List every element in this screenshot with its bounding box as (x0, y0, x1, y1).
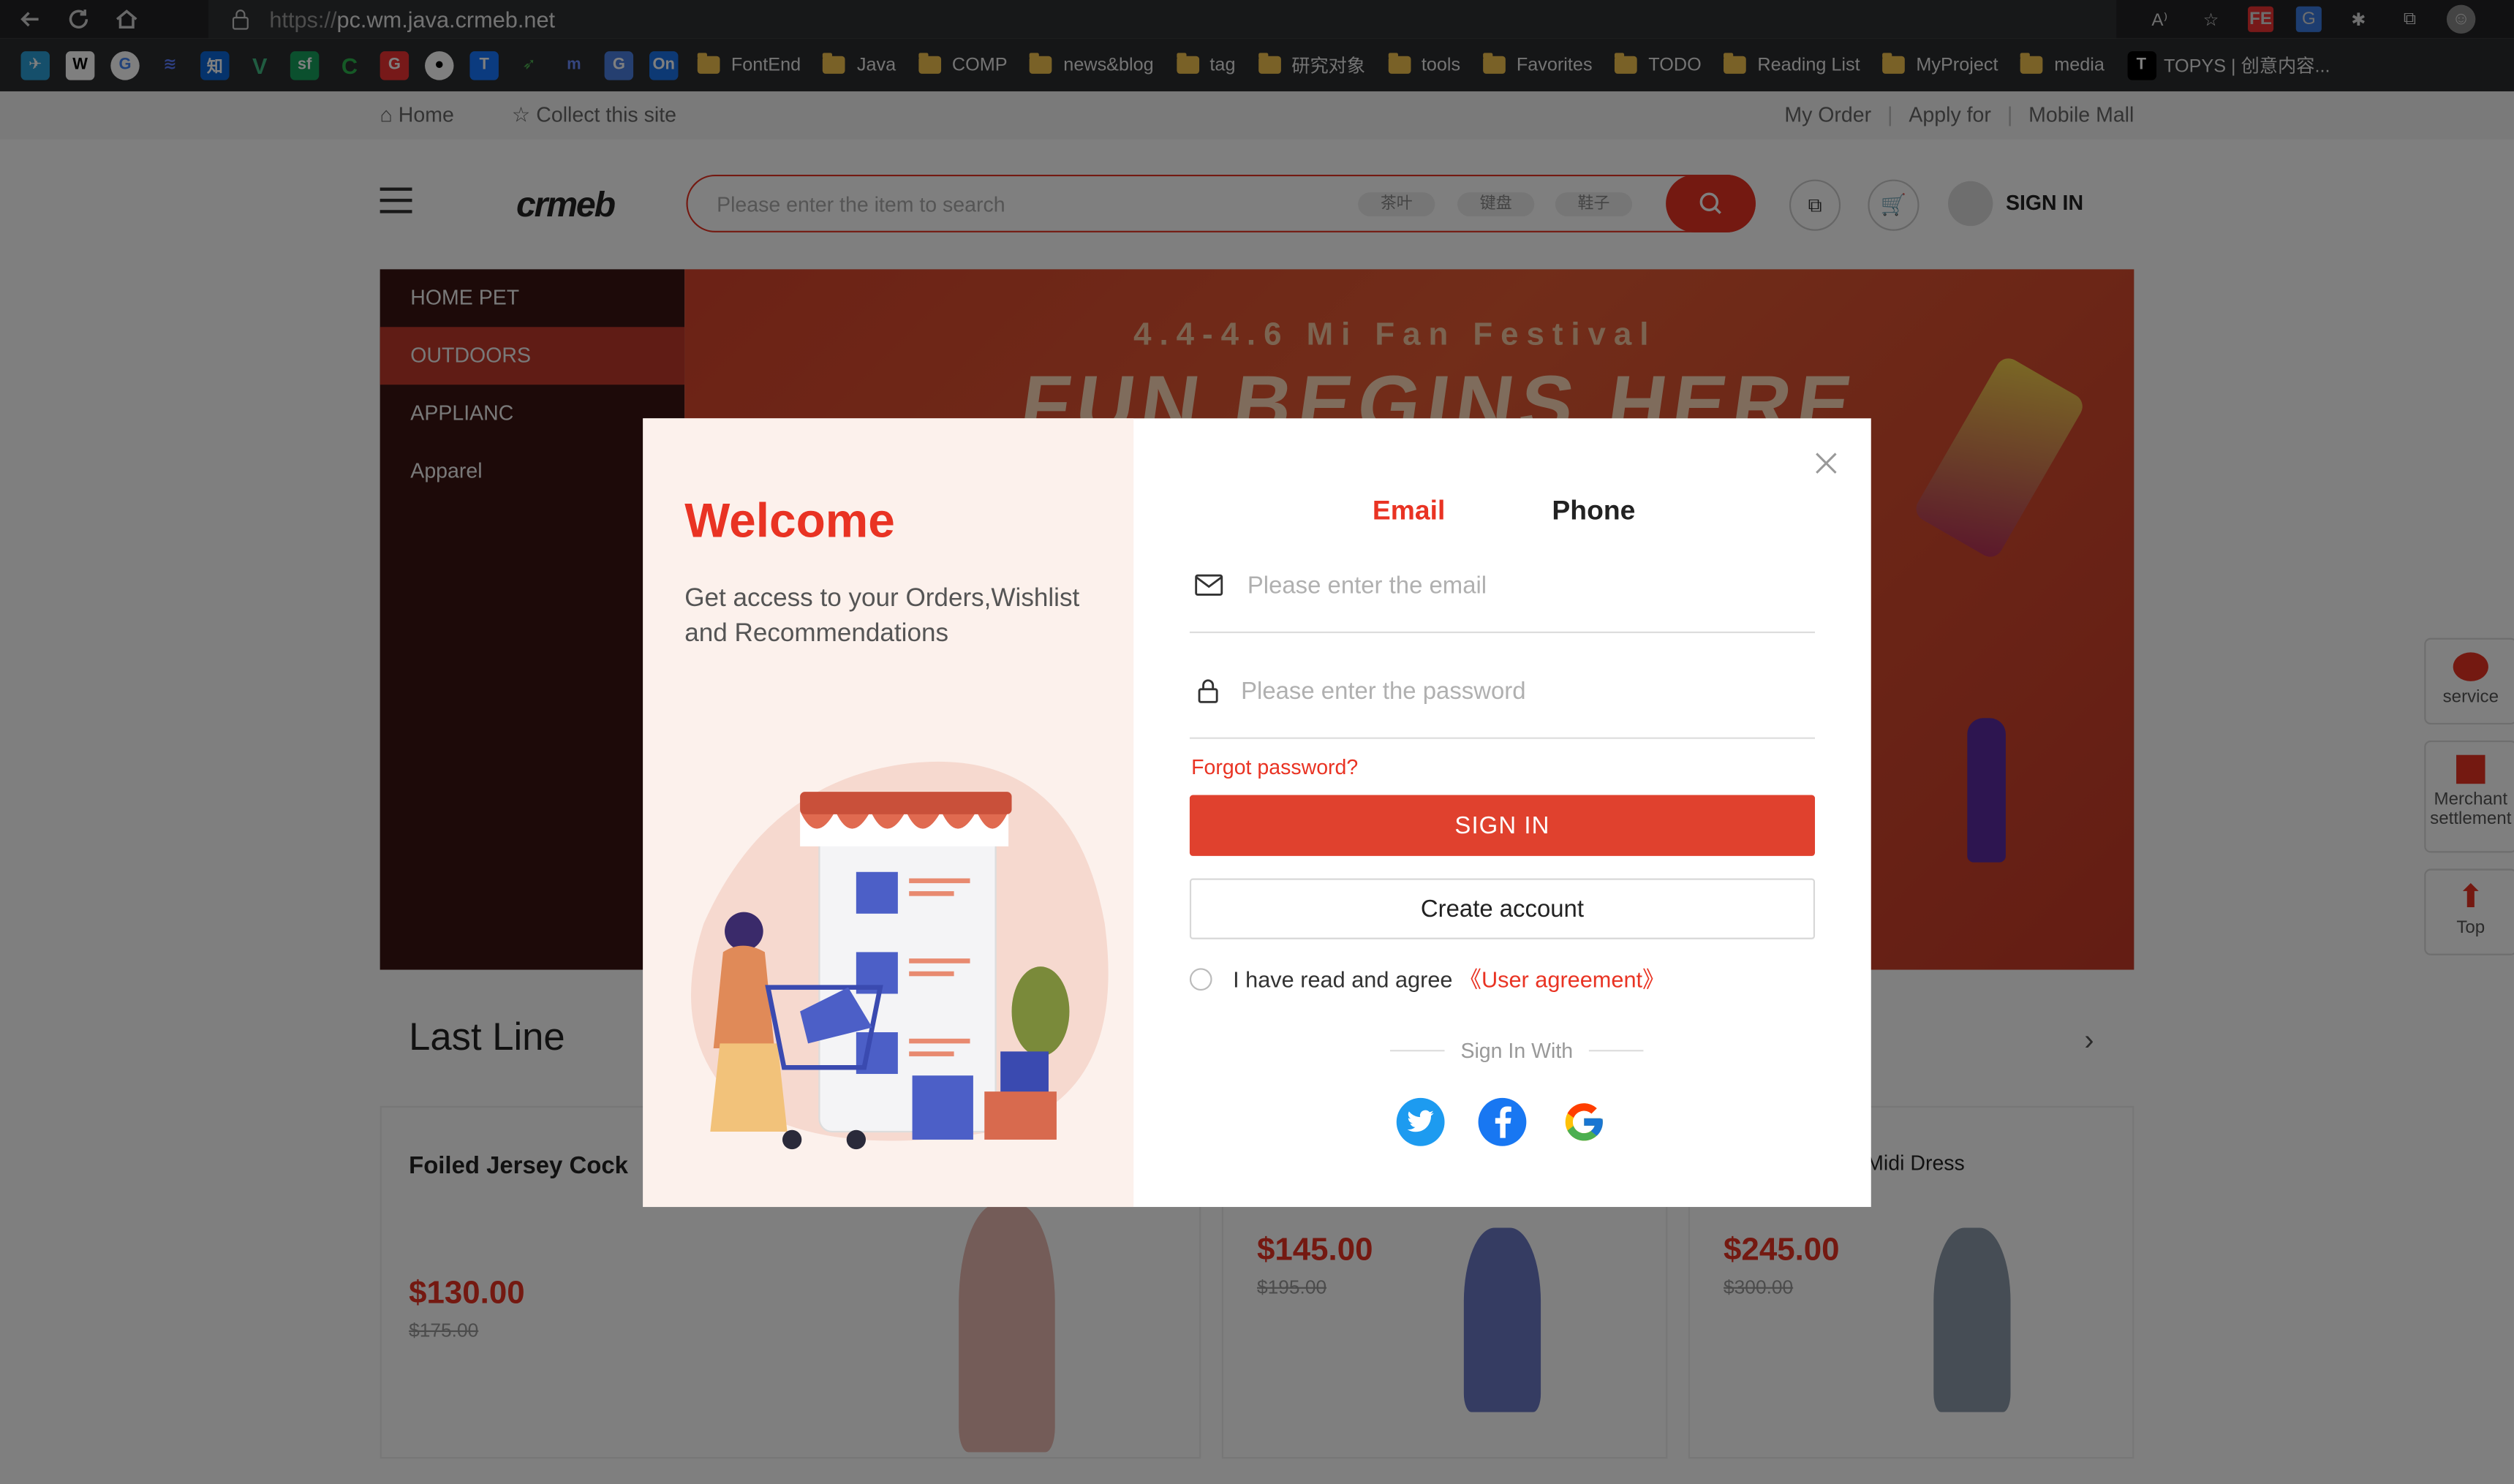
forgot-password-link[interactable]: Forgot password? (1191, 755, 1358, 779)
google-icon[interactable] (1560, 1097, 1609, 1146)
create-account-button[interactable]: Create account (1189, 878, 1816, 939)
tab-phone[interactable]: Phone (1552, 496, 1635, 528)
twitter-icon[interactable] (1396, 1097, 1445, 1146)
lock-icon (1198, 679, 1218, 703)
shopping-illustration (691, 761, 1109, 1150)
login-modal: Welcome Get access to your Orders,Wishli… (643, 418, 1871, 1208)
email-field (1189, 537, 1816, 634)
password-field (1189, 643, 1816, 739)
agreement-radio[interactable] (1189, 968, 1212, 991)
email-input[interactable] (1247, 561, 1793, 610)
agreement-text: I have read and agree (1233, 966, 1453, 993)
password-input[interactable] (1241, 667, 1786, 715)
login-form-panel: Email Phone Forgot password? SIGN IN Cre… (1133, 418, 1871, 1207)
screen: https://pc.wm.java.crmeb.net A⁾ ☆ FE G ✱… (0, 0, 2514, 1484)
welcome-title: Welcome (684, 495, 895, 548)
tab-email[interactable]: Email (1373, 496, 1445, 528)
sign-in-button[interactable]: SIGN IN (1189, 795, 1816, 856)
envelope-icon (1195, 574, 1223, 596)
close-icon[interactable] (1813, 450, 1839, 476)
sign-in-with-divider: Sign In With (1374, 1039, 1659, 1063)
facebook-icon[interactable] (1478, 1097, 1527, 1146)
user-agreement-link[interactable]: 《User agreement》 (1459, 964, 1665, 996)
modal-welcome-panel: Welcome Get access to your Orders,Wishli… (643, 418, 1134, 1208)
agreement-row: I have read and agree 《User agreement》 (1189, 964, 1665, 996)
welcome-description: Get access to your Orders,Wishlist and R… (684, 585, 1080, 648)
